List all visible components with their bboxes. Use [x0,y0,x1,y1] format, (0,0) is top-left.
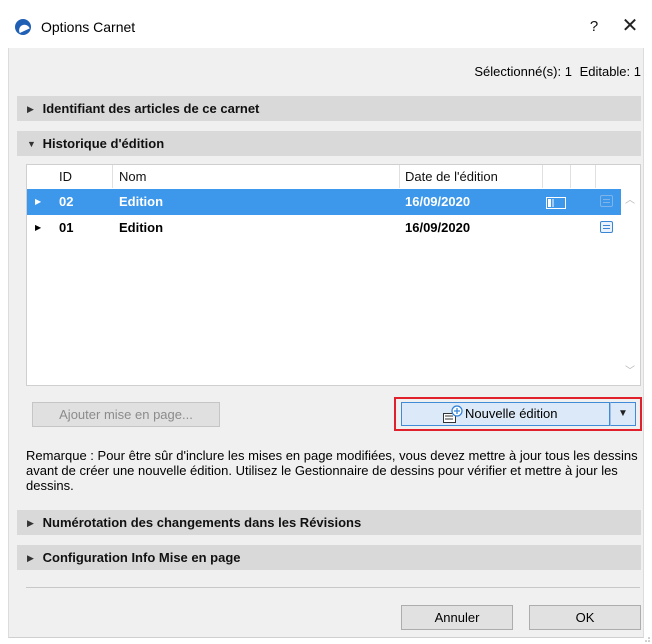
table-row[interactable]: ▶ 01 Edition 16/09/2020 [27,215,621,241]
table-scrollbar[interactable]: ︿ ﹀ [620,188,640,385]
row-date: 16/09/2020 [405,220,471,235]
section-configuration-label: Configuration Info Mise en page [42,550,241,565]
remark-text: Remarque : Pour être sûr d'inclure les m… [26,448,638,493]
section-numerotation[interactable]: ▶ Numérotation des changements dans les … [17,510,641,535]
cancel-button[interactable]: Annuler [401,605,513,630]
note-icon[interactable] [600,221,613,233]
selected-count: Sélectionné(s): 1 [474,64,572,79]
expand-row-icon[interactable]: ▶ [35,189,41,215]
sheet-layout-icon [546,197,566,209]
close-button[interactable]: ✕ [616,13,644,39]
section-identifiant-label: Identifiant des articles de ce carnet [42,101,260,116]
triangle-right-icon: ▶ [27,553,34,563]
app-logo-icon [15,19,31,35]
row-id: 02 [59,194,74,209]
expand-row-icon[interactable]: ▶ [35,215,41,241]
caret-down-icon: ▼ [618,408,628,419]
section-numerotation-label: Numérotation des changements dans les Ré… [42,515,362,530]
footer-divider [26,587,640,588]
row-date: 16/09/2020 [405,194,471,209]
section-historique-label: Historique d'édition [42,136,165,151]
row-name: Edition [119,194,164,209]
triangle-right-icon: ▶ [27,518,34,528]
row-id: 01 [59,220,74,235]
row-name: Edition [119,220,164,235]
triangle-right-icon: ▶ [27,104,34,114]
edition-history-table: ID Nom Date de l'édition ▶ 02 Edition 16… [26,164,641,386]
window-title: Options Carnet [41,19,136,35]
column-id[interactable]: ID [59,165,72,188]
new-edition-label: Nouvelle édition [465,406,558,421]
plus-circle-icon [443,405,463,423]
section-configuration[interactable]: ▶ Configuration Info Mise en page [17,545,641,570]
new-edition-highlight: Nouvelle édition ▼ [394,397,642,431]
ok-button[interactable]: OK [529,605,641,630]
column-date[interactable]: Date de l'édition [405,165,498,188]
section-identifiant[interactable]: ▶ Identifiant des articles de ce carnet [17,96,641,121]
selection-info: Sélectionné(s): 1 Editable: 1 [474,64,641,79]
title-bar: Options Carnet ? ✕ [0,0,652,48]
section-historique[interactable]: ▼ Historique d'édition [17,131,641,156]
chevron-up-icon[interactable]: ︿ [625,196,635,206]
new-edition-button[interactable]: Nouvelle édition [401,402,610,426]
note-icon[interactable] [600,195,613,207]
editable-count: Editable: 1 [579,64,641,79]
new-edition-dropdown-button[interactable]: ▼ [610,402,636,426]
table-row[interactable]: ▶ 02 Edition 16/09/2020 [27,189,621,215]
triangle-down-icon: ▼ [27,139,36,149]
resize-grip-icon[interactable] [642,634,650,642]
chevron-down-icon[interactable]: ﹀ [625,367,635,377]
help-button[interactable]: ? [582,16,606,40]
column-nom[interactable]: Nom [119,165,146,188]
add-layout-button[interactable]: Ajouter mise en page... [32,402,220,427]
table-header: ID Nom Date de l'édition [27,165,640,188]
